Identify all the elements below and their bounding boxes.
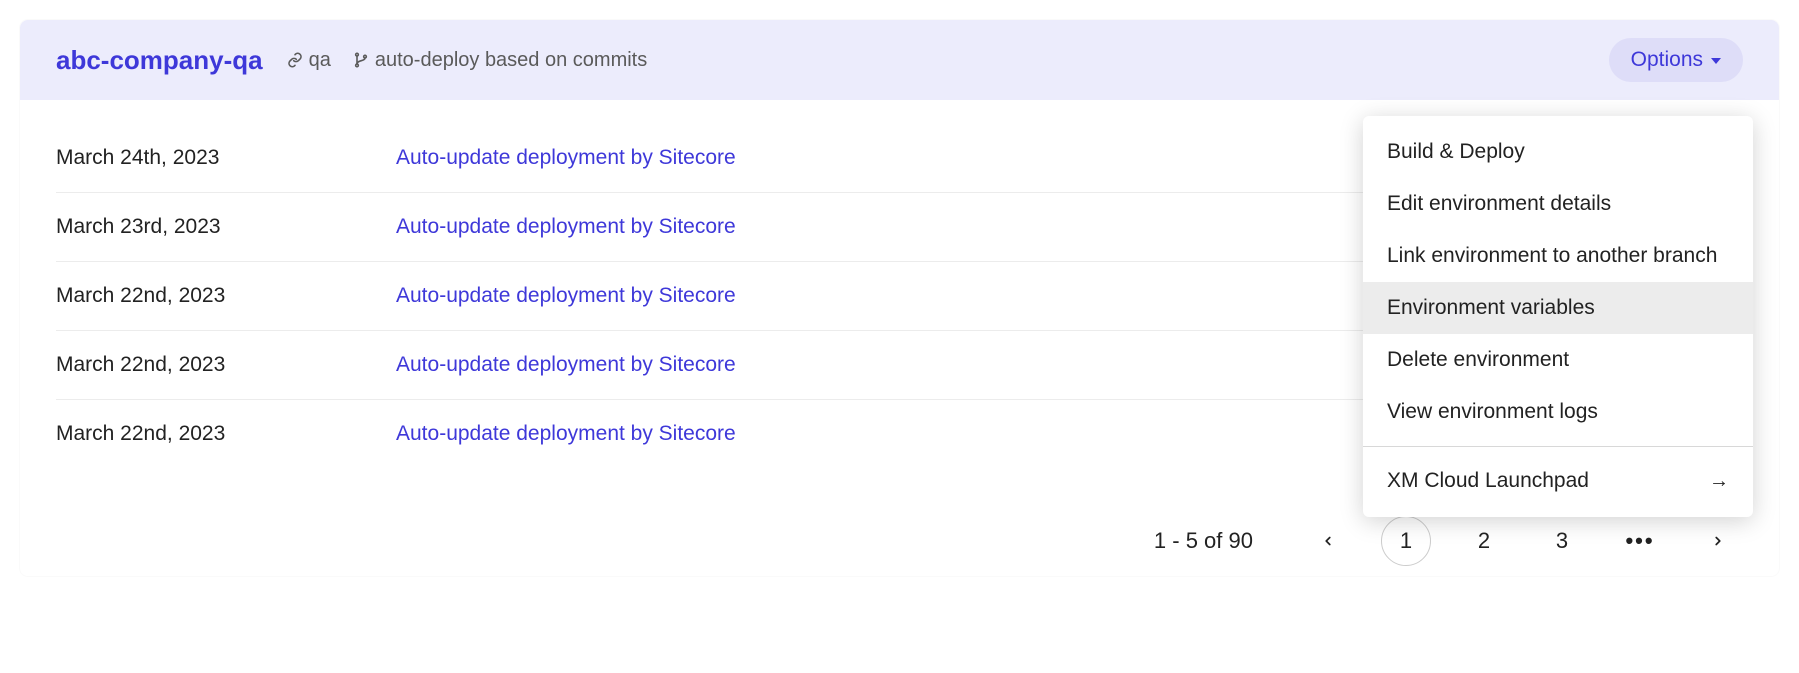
dropdown-item-view-logs[interactable]: View environment logs bbox=[1363, 386, 1753, 438]
environment-panel: abc-company-qa qa auto-deploy based on c… bbox=[20, 20, 1779, 576]
page-number-button[interactable]: 1 bbox=[1381, 516, 1431, 566]
panel-header: abc-company-qa qa auto-deploy based on c… bbox=[20, 20, 1779, 100]
page-prev-button[interactable] bbox=[1303, 516, 1353, 566]
options-dropdown: Build & Deploy Edit environment details … bbox=[1363, 116, 1753, 517]
dropdown-item-edit-details[interactable]: Edit environment details bbox=[1363, 178, 1753, 230]
deployment-link[interactable]: Auto-update deployment by Sitecore bbox=[396, 284, 736, 308]
deployment-date: March 22nd, 2023 bbox=[56, 353, 396, 377]
deploy-mode-tag: auto-deploy based on commits bbox=[353, 49, 647, 72]
deployment-date: March 23rd, 2023 bbox=[56, 215, 396, 239]
page-range: 1 - 5 of 90 bbox=[1154, 528, 1253, 554]
options-button[interactable]: Options bbox=[1609, 38, 1743, 82]
branch-label: qa bbox=[309, 49, 331, 72]
deployment-link[interactable]: Auto-update deployment by Sitecore bbox=[396, 422, 736, 446]
page-number-button[interactable]: 3 bbox=[1537, 516, 1587, 566]
git-branch-icon bbox=[353, 52, 369, 68]
deployment-link[interactable]: Auto-update deployment by Sitecore bbox=[396, 215, 736, 239]
link-icon bbox=[287, 52, 303, 68]
page-ellipsis[interactable]: ••• bbox=[1615, 516, 1665, 566]
branch-tag: qa bbox=[287, 49, 331, 72]
dropdown-separator bbox=[1363, 446, 1753, 447]
deployment-date: March 22nd, 2023 bbox=[56, 284, 396, 308]
chevron-right-icon bbox=[1711, 534, 1725, 548]
options-button-label: Options bbox=[1631, 48, 1703, 72]
deployment-link[interactable]: Auto-update deployment by Sitecore bbox=[396, 353, 736, 377]
dropdown-item-link-branch[interactable]: Link environment to another branch bbox=[1363, 230, 1753, 282]
dropdown-item-env-variables[interactable]: Environment variables bbox=[1363, 282, 1753, 334]
dropdown-item-delete-env[interactable]: Delete environment bbox=[1363, 334, 1753, 386]
chevron-left-icon bbox=[1321, 534, 1335, 548]
dropdown-item-launchpad[interactable]: XM Cloud Launchpad → bbox=[1363, 455, 1753, 507]
page-next-button[interactable] bbox=[1693, 516, 1743, 566]
deployment-date: March 24th, 2023 bbox=[56, 146, 396, 170]
chevron-down-icon bbox=[1711, 58, 1721, 64]
header-meta: qa auto-deploy based on commits bbox=[287, 49, 648, 72]
page-number-button[interactable]: 2 bbox=[1459, 516, 1509, 566]
arrow-right-icon: → bbox=[1709, 470, 1729, 493]
environment-name: abc-company-qa bbox=[56, 45, 263, 76]
deployment-link[interactable]: Auto-update deployment by Sitecore bbox=[396, 146, 736, 170]
deployment-date: March 22nd, 2023 bbox=[56, 422, 396, 446]
deploy-mode-label: auto-deploy based on commits bbox=[375, 49, 647, 72]
dropdown-item-build-deploy[interactable]: Build & Deploy bbox=[1363, 126, 1753, 178]
